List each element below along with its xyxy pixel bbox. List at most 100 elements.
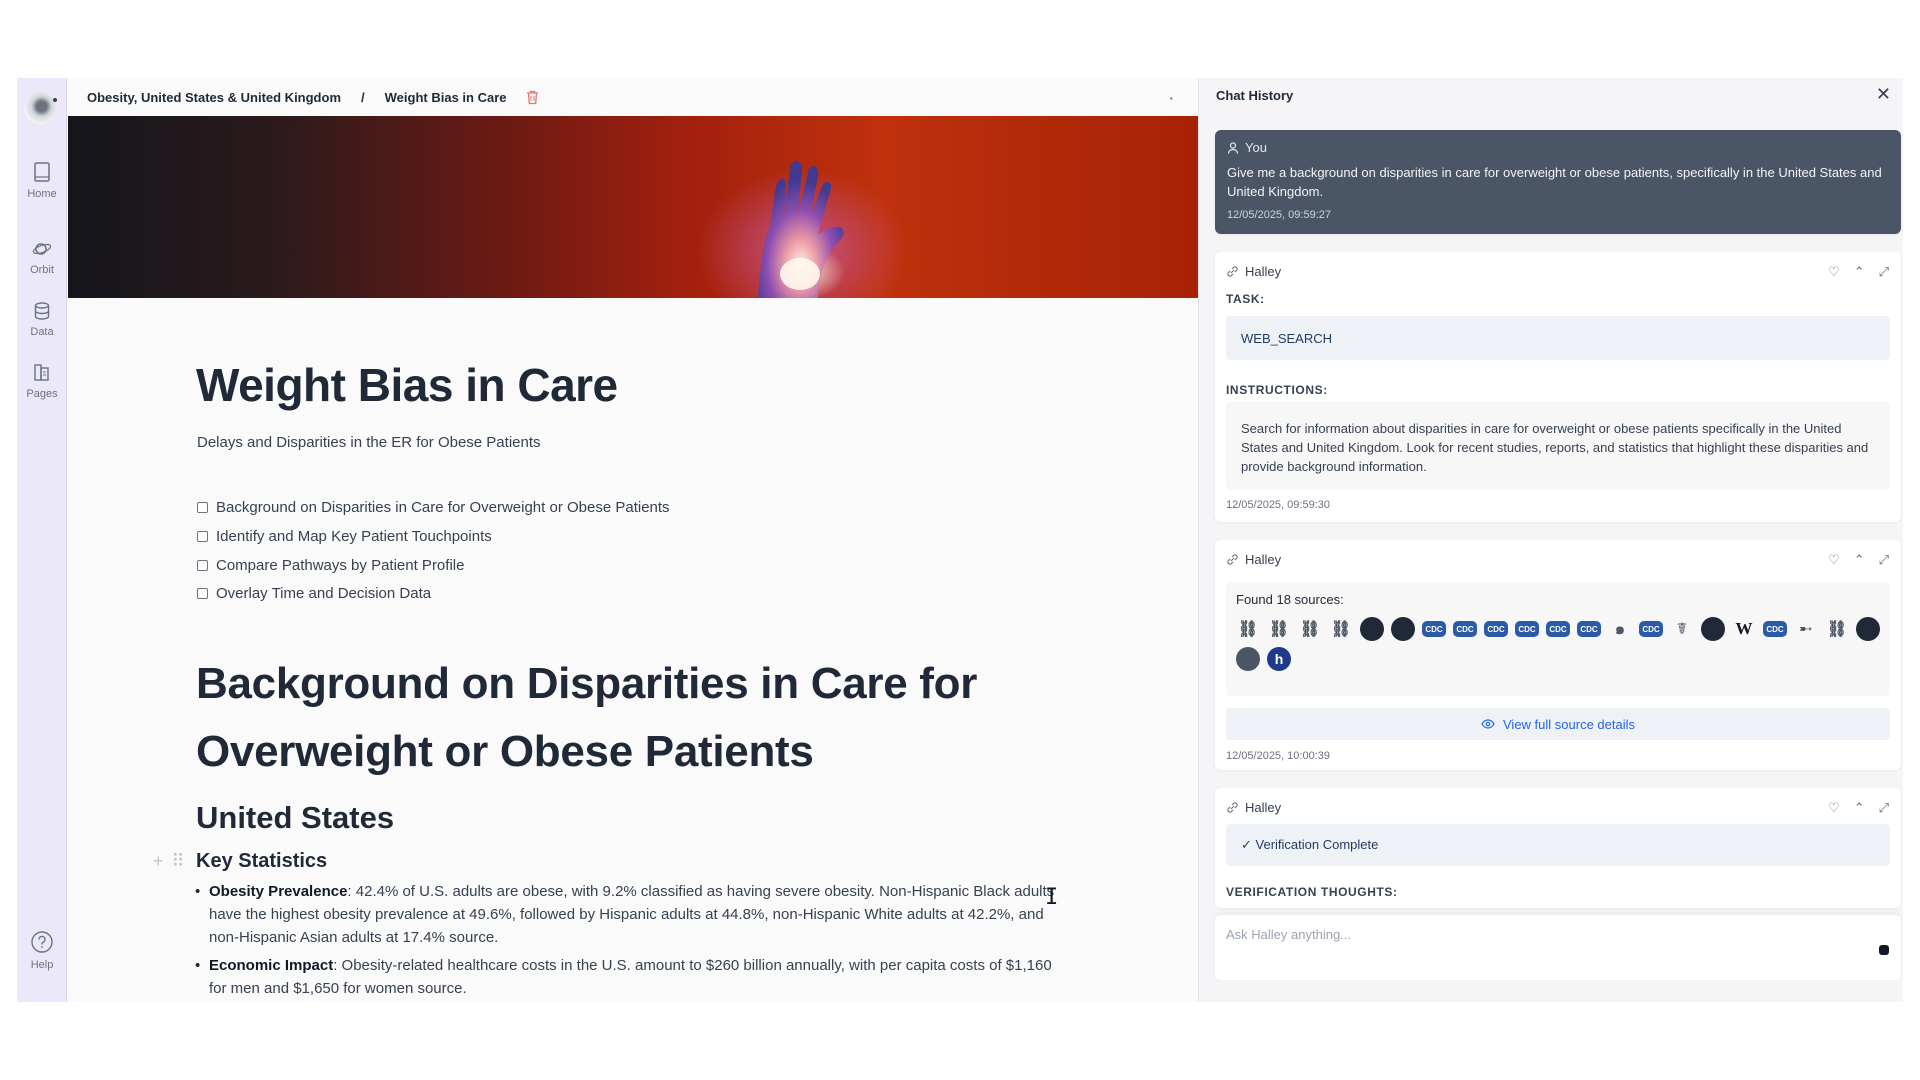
caduceus-icon[interactable]: ☤ (1670, 617, 1694, 641)
breadcrumb-parent[interactable]: Obesity, United States & United Kingdom (87, 90, 341, 105)
app-window: Home Orbit Data Pages Help Obesity, Unit… (17, 78, 1903, 1002)
cover-image (68, 116, 1198, 298)
dark-circle-icon[interactable] (1391, 617, 1415, 641)
sources-card: Halley ♡ ⌃ ⤢ Found 18 sources: ⛓ ⛓ ⛓ ⛓ CDC CD… (1215, 540, 1901, 770)
page-subtitle[interactable]: Delays and Disparities in the ER for Obe… (197, 434, 541, 451)
cdc-icon[interactable]: CDC (1453, 621, 1477, 637)
todo-checkbox[interactable] (197, 588, 208, 599)
breadcrumb-current[interactable]: Weight Bias in Care (385, 90, 507, 105)
chat-input-container (1215, 915, 1901, 980)
subsection-heading[interactable]: United States (196, 800, 394, 836)
author-name: You (1245, 140, 1267, 155)
expand-icon[interactable]: ⤢ (1879, 264, 1889, 280)
breadcrumb-separator: / (361, 89, 365, 105)
key-statistics-heading[interactable]: Key Statistics (196, 850, 327, 873)
todo-item[interactable]: Overlay Time and Decision Data (197, 585, 431, 602)
link-icon[interactable]: ⛓ (1825, 617, 1849, 641)
link-icon (1227, 802, 1238, 813)
arrow-icon[interactable]: ➸ (1794, 617, 1818, 641)
nav-orbit[interactable]: Orbit (17, 240, 67, 276)
chevron-up-icon[interactable]: ⌃ (1854, 800, 1865, 816)
wikipedia-icon[interactable]: W (1732, 617, 1756, 641)
nav-data-label: Data (30, 326, 54, 338)
trash-icon[interactable] (526, 90, 539, 105)
chat-panel-title: Chat History (1216, 88, 1294, 103)
sources-count: Found 18 sources: (1236, 592, 1344, 607)
cdc-icon[interactable]: CDC (1763, 621, 1787, 637)
link-icon[interactable]: ⛓ (1236, 617, 1260, 641)
todo-item[interactable]: Compare Pathways by Patient Profile (197, 557, 464, 574)
chat-input[interactable] (1226, 927, 1826, 942)
cdc-icon[interactable]: CDC (1546, 621, 1570, 637)
bullet-term: Economic Impact (209, 957, 334, 974)
dark-half-icon[interactable] (1856, 617, 1880, 641)
send-icon[interactable] (1879, 945, 1889, 955)
message-author: You (1227, 140, 1889, 155)
logo-icon[interactable] (24, 92, 56, 124)
notification-dot (53, 98, 57, 102)
cdc-icon[interactable]: CDC (1422, 621, 1446, 637)
page-title[interactable]: Weight Bias in Care (196, 358, 618, 412)
close-icon[interactable]: ✕ (1876, 84, 1891, 105)
grey-half-icon[interactable] (1236, 647, 1260, 671)
nav-pages[interactable]: Pages (17, 364, 67, 400)
chevron-up-icon[interactable]: ⌃ (1854, 264, 1865, 280)
instructions-label: INSTRUCTIONS: (1226, 383, 1328, 397)
dark-half-icon[interactable] (1701, 617, 1725, 641)
nav-data[interactable]: Data (17, 302, 67, 338)
todo-checkbox[interactable] (197, 531, 208, 542)
link-icon[interactable]: ⛓ (1298, 617, 1322, 641)
chevron-up-icon[interactable]: ⌃ (1854, 552, 1865, 568)
document-content[interactable]: Weight Bias in Care Delays and Dispariti… (68, 298, 1198, 1002)
bullet-term: Obesity Prevalence (209, 883, 348, 900)
more-options-icon[interactable]: · (1169, 90, 1174, 106)
list-item[interactable]: Economic Impact: Obesity-related healthc… (195, 954, 1069, 1000)
author-name: Halley (1245, 264, 1282, 279)
todo-item[interactable]: Background on Disparities in Care for Ov… (197, 499, 670, 516)
card-actions: ♡ ⌃ ⤢ (1828, 552, 1889, 568)
orbit-icon (32, 243, 52, 255)
instructions-text: Search for information about disparities… (1226, 402, 1890, 490)
link-icon[interactable]: ⛓ (1267, 617, 1291, 641)
link-icon[interactable]: ⛓ (1329, 617, 1353, 641)
link-icon (1227, 266, 1238, 277)
drag-handle-icon[interactable]: ⠿ (172, 851, 185, 872)
help-icon (31, 931, 53, 953)
expand-icon[interactable]: ⤢ (1879, 552, 1889, 568)
heart-icon[interactable]: ♡ (1828, 800, 1840, 816)
text-cursor-icon: I (1045, 885, 1059, 910)
swirl-icon[interactable]: ๑ (1608, 617, 1632, 641)
cdc-icon[interactable]: CDC (1577, 621, 1601, 637)
block-handles[interactable]: + ⠿ (153, 851, 185, 872)
section-heading[interactable]: Background on Disparities in Care for Ov… (196, 650, 1096, 786)
dark-half-icon[interactable] (1360, 617, 1384, 641)
nav-home-label: Home (27, 188, 57, 200)
statistics-list: Obesity Prevalence: 42.4% of U.S. adults… (195, 880, 1069, 1002)
cdc-icon[interactable]: CDC (1515, 621, 1539, 637)
expand-icon[interactable]: ⤢ (1879, 800, 1889, 816)
breadcrumb: Obesity, United States & United Kingdom … (68, 78, 1198, 116)
nav-home[interactable]: Home (17, 162, 67, 200)
sources-area: Found 18 sources: ⛓ ⛓ ⛓ ⛓ CDC CDC CDC CDC CDC CDC… (1226, 582, 1890, 696)
view-source-details-button[interactable]: View full source details (1226, 708, 1890, 740)
task-card: Halley ♡ ⌃ ⤢ TASK: WEB_SEARCH INSTRUCTIO… (1215, 252, 1901, 522)
todo-checkbox[interactable] (197, 502, 208, 513)
cdc-icon[interactable]: CDC (1639, 621, 1663, 637)
user-icon (1227, 141, 1239, 154)
nav-help[interactable]: Help (17, 931, 67, 971)
todo-label: Overlay Time and Decision Data (216, 585, 432, 602)
message-timestamp: 12/05/2025, 09:59:27 (1227, 209, 1331, 221)
author-name: Halley (1245, 552, 1282, 567)
heart-icon[interactable]: ♡ (1828, 264, 1840, 280)
card-timestamp: 12/05/2025, 10:00:39 (1226, 750, 1330, 762)
h-icon[interactable]: h (1267, 647, 1291, 671)
heart-icon[interactable]: ♡ (1828, 552, 1840, 568)
todo-checkbox[interactable] (197, 560, 208, 571)
add-block-icon[interactable]: + (153, 851, 164, 872)
list-item[interactable]: Obesity Prevalence: 42.4% of U.S. adults… (195, 880, 1069, 949)
cdc-icon[interactable]: CDC (1484, 621, 1508, 637)
nav-orbit-label: Orbit (30, 264, 54, 276)
message-text: Give me a background on disparities in c… (1227, 165, 1882, 199)
view-source-details-label: View full source details (1503, 716, 1635, 732)
todo-item[interactable]: Identify and Map Key Patient Touchpoints (197, 528, 492, 545)
